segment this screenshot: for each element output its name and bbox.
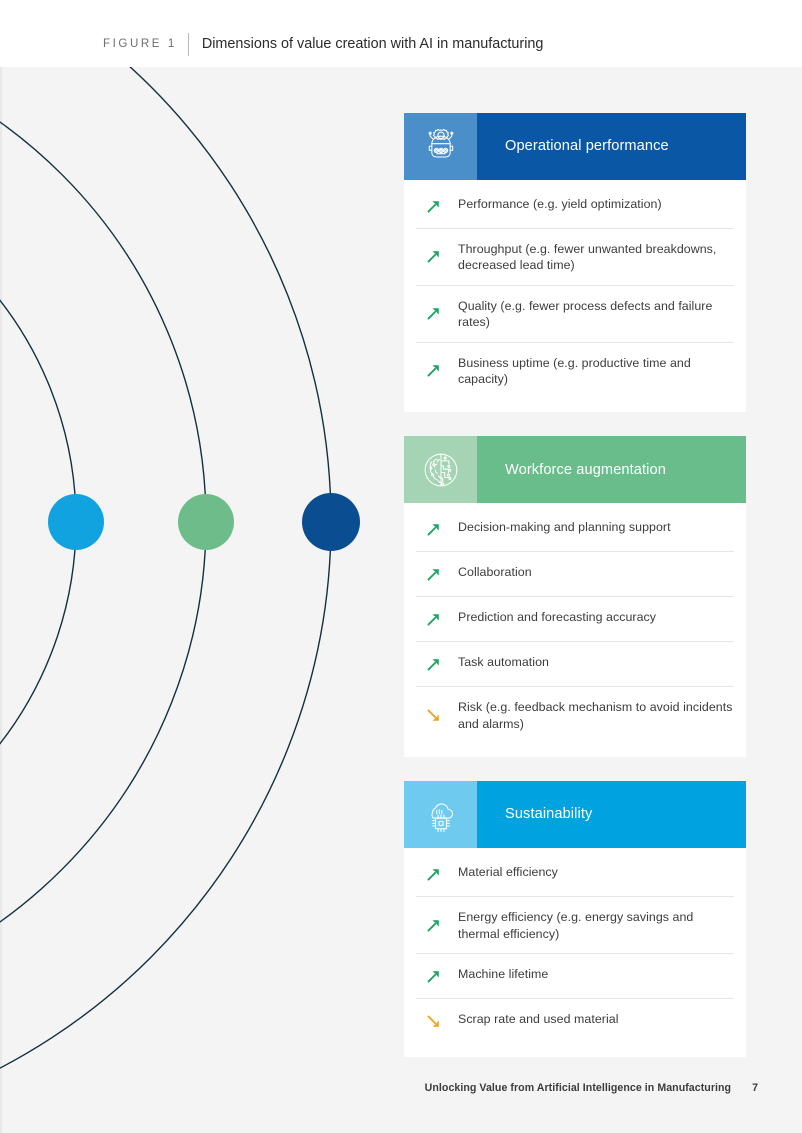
brain-circuit-icon (424, 453, 457, 487)
figure-canvas: Operational performance Performance (e.g.… (0, 67, 802, 1133)
figure-number-label: FIGURE 1 (103, 37, 177, 50)
trend-indicator (416, 708, 458, 723)
figure-page: FIGURE 1 Dimensions of value creation wi… (0, 0, 802, 1133)
node-green (178, 494, 234, 550)
arc-middle (0, 121, 207, 923)
list-item: Machine lifetime (416, 953, 734, 998)
list-item-label: Decision-making and planning support (458, 520, 671, 535)
footer-title: Unlocking Value from Artificial Intellig… (424, 1082, 732, 1094)
robot-head-gear-icon (428, 128, 453, 158)
list-item: Throughput (e.g. fewer unwanted breakdow… (416, 228, 734, 285)
orbit-svg (0, 67, 360, 1069)
list-item: Task automation (416, 641, 734, 686)
card-body-sustainability: Material efficiency Energy efficiency (e.… (404, 848, 746, 1057)
list-item: Risk (e.g. feedback mechanism to avoid i… (416, 686, 734, 743)
list-item-label: Task automation (458, 655, 549, 670)
trend-indicator (416, 249, 458, 264)
footer-page-number: 7 (752, 1082, 758, 1094)
list-item: Scrap rate and used material (416, 998, 734, 1043)
dimension-card-workforce-augmentation: Workforce augmentation Decision-making an… (404, 436, 746, 758)
list-item-label: Prediction and forecasting accuracy (458, 610, 657, 625)
list-item: Business uptime (e.g. productive time an… (416, 341, 734, 399)
card-title-panel-workforce-augmentation: Workforce augmentation (477, 436, 746, 503)
card-title-panel-operational-performance: Operational performance (477, 113, 746, 180)
list-item: Prediction and forecasting accuracy (416, 596, 734, 641)
arrow-up-right-icon (427, 251, 439, 263)
page-header: FIGURE 1 Dimensions of value creation wi… (0, 0, 802, 67)
dimension-card-list: Operational performance Performance (e.g.… (404, 113, 746, 1058)
trend-indicator (416, 567, 458, 582)
orbit-diagram (0, 67, 402, 1133)
page-title: Dimensions of value creation with AI in … (201, 36, 544, 53)
arrow-up-right-icon (427, 869, 439, 881)
trend-indicator (416, 306, 458, 321)
trend-indicator (416, 657, 458, 672)
trend-indicator (416, 363, 458, 378)
list-item-label: Material efficiency (458, 865, 558, 880)
trend-indicator (416, 199, 458, 214)
trend-indicator (416, 612, 458, 627)
trend-indicator (416, 1014, 458, 1029)
arrow-down-right-icon (427, 1015, 439, 1027)
trend-indicator (416, 918, 458, 933)
arrow-up-right-icon (427, 659, 439, 671)
list-item-label: Quality (e.g. fewer process defects and … (458, 298, 713, 330)
card-header-workforce-augmentation: Workforce augmentation (404, 436, 746, 504)
list-item: Collaboration (416, 551, 734, 596)
arrow-up-right-icon (427, 919, 439, 932)
list-item-label: Business uptime (e.g. productive time an… (458, 355, 691, 387)
trend-indicator (416, 522, 458, 537)
card-title: Operational performance (505, 138, 669, 155)
card-icon-panel-workforce-augmentation (404, 436, 477, 504)
cloud-chip-icon (430, 803, 453, 832)
list-item-label: Collaboration (458, 565, 532, 580)
list-item: Material efficiency (416, 848, 734, 896)
card-body-operational-performance: Performance (e.g. yield optimization) Thr… (404, 180, 746, 412)
arrow-up-right-icon (427, 308, 439, 320)
trend-indicator (416, 867, 458, 882)
list-item-label: Throughput (e.g. fewer unwanted breakdow… (458, 242, 717, 273)
list-item: Performance (e.g. yield optimization) (416, 180, 734, 228)
arrow-up-right-icon (427, 569, 439, 581)
list-item: Energy efficiency (e.g. energy savings a… (416, 896, 734, 953)
arrow-up-right-icon (427, 524, 439, 536)
arrow-up-right-icon (427, 614, 439, 626)
dimension-card-operational-performance: Operational performance Performance (e.g.… (404, 113, 746, 413)
list-item-label: Risk (e.g. feedback mechanism to avoid i… (458, 700, 733, 731)
caption-divider (187, 32, 189, 56)
trend-indicator (416, 969, 458, 984)
card-title-panel-sustainability: Sustainability (477, 781, 746, 848)
page-footer: Unlocking Value from Artificial Intellig… (425, 1082, 758, 1094)
arrow-up-right-icon (427, 200, 439, 212)
arrow-up-right-icon (427, 365, 439, 377)
card-icon-panel-operational-performance (404, 113, 477, 180)
card-title: Workforce augmentation (505, 461, 666, 478)
card-header-operational-performance: Operational performance (404, 113, 746, 180)
card-title: Sustainability (505, 806, 593, 823)
card-body-workforce-augmentation: Decision-making and planning support Coll… (404, 503, 746, 757)
arrow-down-right-icon (427, 709, 439, 721)
arc-outer (0, 67, 332, 1069)
list-item-label: Energy efficiency (e.g. energy savings a… (458, 910, 694, 941)
list-item: Decision-making and planning support (416, 503, 734, 551)
figure-caption: FIGURE 1 Dimensions of value creation wi… (103, 32, 543, 56)
list-item-label: Performance (e.g. yield optimization) (458, 197, 662, 211)
arrow-up-right-icon (427, 970, 439, 983)
node-light-blue (48, 494, 104, 550)
list-item-label: Machine lifetime (458, 967, 549, 982)
dimension-card-sustainability: Sustainability Material efficiency Energy … (404, 781, 746, 1058)
node-dark-blue (302, 493, 360, 551)
list-item: Quality (e.g. fewer process defects and … (416, 284, 734, 342)
card-icon-panel-sustainability (404, 781, 477, 849)
list-item-label: Scrap rate and used material (458, 1012, 619, 1027)
card-header-sustainability: Sustainability (404, 781, 746, 849)
